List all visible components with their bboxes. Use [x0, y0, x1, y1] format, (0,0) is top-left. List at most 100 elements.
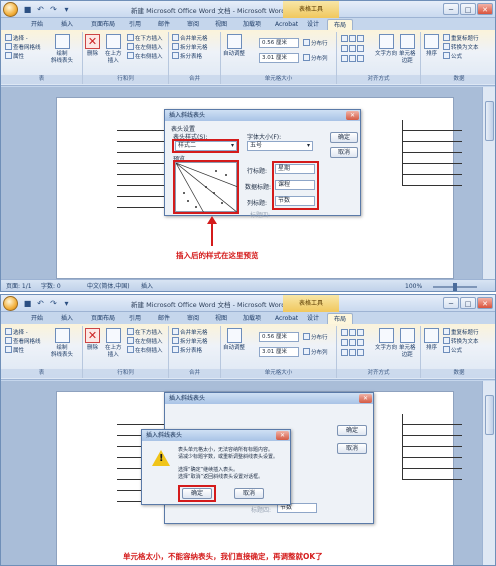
- warning-close-button[interactable]: ✕: [276, 431, 289, 440]
- redo-icon[interactable]: ↷: [48, 298, 59, 309]
- split-cells-button[interactable]: 拆分单元格: [172, 337, 208, 346]
- tab-references[interactable]: 引用: [123, 313, 147, 324]
- col-width-field[interactable]: 3.01 厘米: [259, 347, 299, 357]
- distribute-rows-button[interactable]: 分布行: [303, 333, 328, 342]
- customize-icon[interactable]: ▾: [61, 4, 72, 15]
- convert-text-button[interactable]: 转换为文本: [443, 337, 479, 346]
- close-button[interactable]: ✕: [477, 3, 493, 15]
- tab-references[interactable]: 引用: [123, 19, 147, 30]
- insert-above-button[interactable]: 在上方 插入: [105, 328, 122, 359]
- language[interactable]: 中文(简体,中国): [87, 280, 130, 291]
- select-button[interactable]: 选择 -: [5, 34, 28, 43]
- tab-page-layout[interactable]: 页面布局: [85, 19, 121, 30]
- tab-acrobat[interactable]: Acrobat: [269, 19, 304, 30]
- insert-right-button[interactable]: 在右侧插入: [127, 346, 163, 355]
- ok-button[interactable]: 确定: [330, 132, 358, 143]
- split-cells-button[interactable]: 拆分单元格: [172, 43, 208, 52]
- tab-page-layout[interactable]: 页面布局: [85, 313, 121, 324]
- cell-margins-button[interactable]: 单元格 边距: [399, 328, 416, 359]
- vertical-scrollbar[interactable]: [482, 87, 495, 279]
- merge-cells-button[interactable]: 合并单元格: [172, 328, 208, 337]
- dialog-close-button[interactable]: ✕: [359, 394, 372, 403]
- tab-addins[interactable]: 加载项: [237, 313, 267, 324]
- autofit-button[interactable]: 自动调整: [223, 34, 245, 58]
- scroll-thumb[interactable]: [485, 395, 494, 435]
- draw-diagonal-header-button[interactable]: 绘制 斜线表头: [51, 34, 73, 65]
- tab-mailings[interactable]: 邮件: [152, 19, 176, 30]
- convert-text-button[interactable]: 转换为文本: [443, 43, 479, 52]
- repeat-header-button[interactable]: 重复标题行: [443, 34, 479, 43]
- gridlines-button[interactable]: 查看网格线: [5, 337, 41, 346]
- maximize-button[interactable]: □: [460, 297, 476, 309]
- page-count[interactable]: 页面: 1/1: [6, 280, 32, 291]
- repeat-header-button[interactable]: 重复标题行: [443, 328, 479, 337]
- zoom-thumb[interactable]: [453, 283, 457, 291]
- tab-review[interactable]: 审阅: [181, 313, 205, 324]
- draw-diagonal-header-button[interactable]: 绘制 斜线表头: [51, 328, 73, 359]
- font-size-select[interactable]: 五号 ▾: [247, 141, 313, 151]
- cancel-button[interactable]: 取消: [330, 147, 358, 158]
- properties-button[interactable]: 属性: [5, 52, 24, 61]
- save-icon[interactable]: ■: [22, 4, 33, 15]
- tab-layout[interactable]: 布局: [327, 313, 354, 324]
- align-grid-bottom[interactable]: [341, 55, 365, 64]
- align-grid-bottom[interactable]: [341, 349, 365, 358]
- insert-left-button[interactable]: 在左侧插入: [127, 43, 163, 52]
- minimize-button[interactable]: ─: [443, 3, 459, 15]
- sort-button[interactable]: 排序: [424, 328, 439, 352]
- warning-cancel-button[interactable]: 取消: [234, 488, 264, 499]
- close-button[interactable]: ✕: [477, 297, 493, 309]
- tab-view[interactable]: 视图: [209, 19, 233, 30]
- tab-review[interactable]: 审阅: [181, 19, 205, 30]
- tab-insert[interactable]: 插入: [55, 313, 79, 324]
- undo-icon[interactable]: ↶: [35, 4, 46, 15]
- tab-acrobat[interactable]: Acrobat: [269, 313, 304, 324]
- office-button[interactable]: [3, 2, 18, 17]
- insert-above-button[interactable]: 在上方 插入: [105, 34, 122, 65]
- tab-design[interactable]: 设计: [301, 313, 325, 324]
- distribute-cols-button[interactable]: 分布列: [303, 348, 328, 357]
- col-width-field[interactable]: 3.01 厘米: [259, 53, 299, 63]
- tab-home[interactable]: 开始: [25, 19, 49, 30]
- maximize-button[interactable]: □: [460, 3, 476, 15]
- scroll-thumb[interactable]: [485, 101, 494, 141]
- tab-insert[interactable]: 插入: [55, 19, 79, 30]
- sort-button[interactable]: 排序: [424, 34, 439, 58]
- tab-design[interactable]: 设计: [301, 19, 325, 30]
- select-button[interactable]: 选择 -: [5, 328, 28, 337]
- align-grid-top[interactable]: [341, 35, 365, 44]
- minimize-button[interactable]: ─: [443, 297, 459, 309]
- customize-icon[interactable]: ▾: [61, 298, 72, 309]
- vertical-scrollbar[interactable]: [482, 381, 495, 565]
- distribute-rows-button[interactable]: 分布行: [303, 39, 328, 48]
- tab-view[interactable]: 视图: [209, 313, 233, 324]
- insert-below-button[interactable]: 在下方插入: [127, 34, 163, 43]
- tab-layout[interactable]: 布局: [327, 19, 354, 30]
- insert-left-button[interactable]: 在左侧插入: [127, 337, 163, 346]
- cell-margins-button[interactable]: 单元格 边距: [399, 34, 416, 65]
- gridlines-button[interactable]: 查看网格线: [5, 43, 41, 52]
- text-direction-button[interactable]: 文字方向: [375, 328, 397, 352]
- merge-cells-button[interactable]: 合并单元格: [172, 34, 208, 43]
- insert-mode[interactable]: 插入: [141, 280, 153, 291]
- formula-button[interactable]: 公式: [443, 52, 462, 61]
- split-table-button[interactable]: 拆分表格: [172, 52, 202, 61]
- split-table-button[interactable]: 拆分表格: [172, 346, 202, 355]
- office-button[interactable]: [3, 296, 18, 311]
- delete-button[interactable]: ✕ 删除: [85, 34, 100, 58]
- zoom-level[interactable]: 100%: [405, 280, 422, 291]
- row-height-field[interactable]: 0.56 厘米: [259, 38, 299, 48]
- properties-button[interactable]: 属性: [5, 346, 24, 355]
- zoom-slider[interactable]: [433, 283, 477, 291]
- dialog-close-button[interactable]: ✕: [346, 111, 359, 120]
- insert-right-button[interactable]: 在右侧插入: [127, 52, 163, 61]
- align-grid-middle[interactable]: [341, 339, 365, 348]
- save-icon[interactable]: ■: [22, 298, 33, 309]
- row-height-field[interactable]: 0.56 厘米: [259, 332, 299, 342]
- align-grid-middle[interactable]: [341, 45, 365, 54]
- insert-below-button[interactable]: 在下方插入: [127, 328, 163, 337]
- tab-mailings[interactable]: 邮件: [152, 313, 176, 324]
- word-count[interactable]: 字数: 0: [41, 280, 61, 291]
- distribute-cols-button[interactable]: 分布列: [303, 54, 328, 63]
- tab-home[interactable]: 开始: [25, 313, 49, 324]
